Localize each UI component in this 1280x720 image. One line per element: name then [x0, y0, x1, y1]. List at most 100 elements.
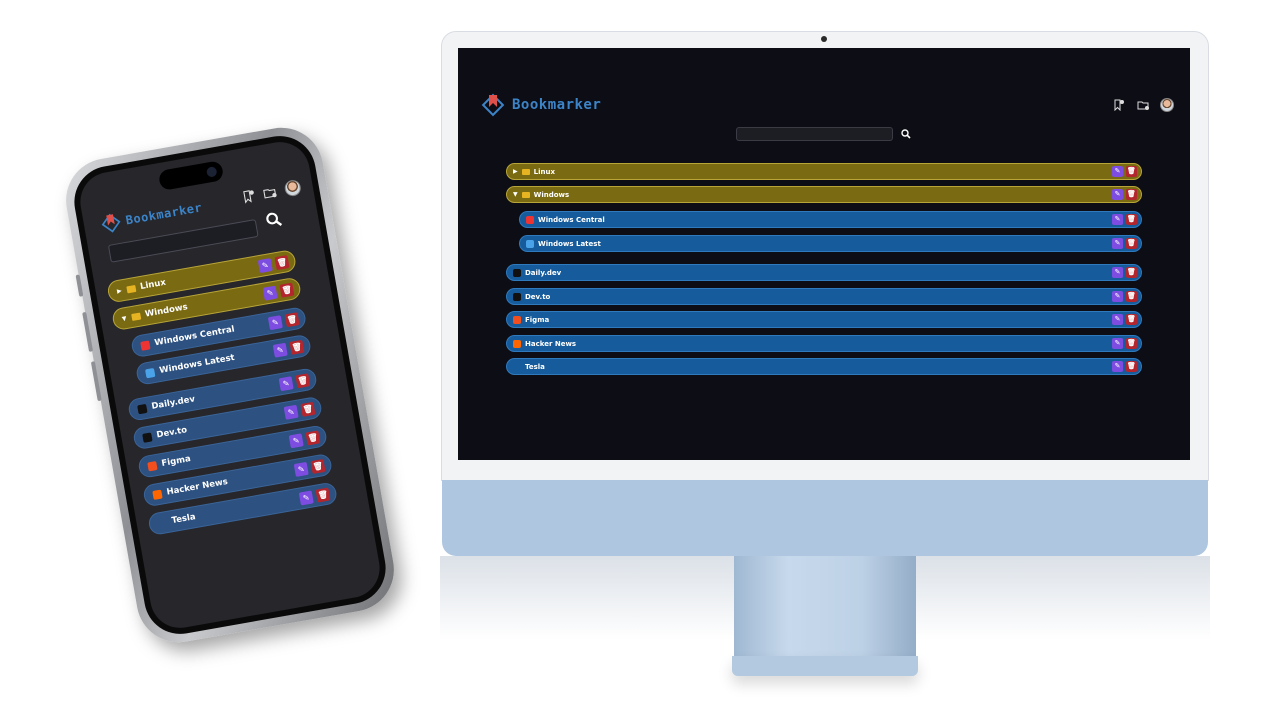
- delete-button[interactable]: 🗑: [1126, 214, 1137, 225]
- user-avatar[interactable]: [1160, 98, 1174, 112]
- bookmark-label: Hacker News: [525, 339, 577, 348]
- bookmark-row-windows-central[interactable]: Windows Central ✎ 🗑: [519, 211, 1142, 228]
- bookmark-logo-icon: [481, 93, 505, 117]
- edit-button[interactable]: ✎: [1112, 238, 1123, 249]
- windows-latest-favicon: [144, 367, 156, 378]
- delete-button[interactable]: 🗑: [310, 458, 326, 474]
- bookmark-label: Daily.dev: [150, 394, 196, 412]
- daily-dev-favicon: [137, 403, 148, 414]
- edit-button[interactable]: ✎: [267, 315, 283, 331]
- bookmark-logo-icon: [101, 213, 121, 233]
- add-folder-icon[interactable]: [262, 184, 278, 199]
- edit-button[interactable]: ✎: [283, 404, 299, 420]
- edit-button[interactable]: ✎: [1112, 166, 1123, 177]
- caret-down-icon[interactable]: ▼: [121, 315, 127, 323]
- edit-button[interactable]: ✎: [1112, 189, 1123, 200]
- edit-button[interactable]: ✎: [1112, 338, 1123, 349]
- front-camera: [205, 166, 218, 178]
- delete-button[interactable]: 🗑: [1126, 189, 1137, 200]
- edit-button[interactable]: ✎: [293, 461, 309, 477]
- phone-device: Bookmarker ▶ Linux ✎ 🗑 ▼ Windows ✎ 🗑 Win…: [59, 121, 401, 649]
- delete-button[interactable]: 🗑: [1126, 166, 1137, 177]
- delete-button[interactable]: 🗑: [289, 339, 305, 355]
- edit-button[interactable]: ✎: [278, 376, 294, 392]
- folder-label: Windows: [533, 190, 570, 199]
- delete-button[interactable]: 🗑: [279, 282, 295, 298]
- app-logo[interactable]: Bookmarker: [480, 92, 601, 118]
- tesla-favicon: [513, 363, 521, 371]
- folder-label: Linux: [533, 167, 555, 176]
- windows-central-favicon: [140, 339, 151, 351]
- delete-button[interactable]: 🗑: [300, 401, 316, 417]
- edit-button[interactable]: ✎: [1112, 214, 1123, 225]
- bookmark-label: Daily.dev: [525, 268, 562, 277]
- delete-button[interactable]: 🗑: [1126, 267, 1137, 278]
- delete-button[interactable]: 🗑: [1126, 291, 1137, 302]
- bookmark-row-daily-dev[interactable]: Daily.dev ✎ 🗑: [506, 264, 1142, 281]
- hacker-news-favicon: [513, 339, 521, 348]
- imac-camera: [821, 36, 827, 42]
- folder-icon: [125, 284, 136, 293]
- caret-down-icon[interactable]: ▼: [513, 191, 518, 198]
- folder-label: Linux: [139, 277, 167, 293]
- bookmark-label: Tesla: [170, 512, 197, 527]
- delete-button[interactable]: 🗑: [1126, 238, 1137, 249]
- add-bookmark-icon[interactable]: [1112, 98, 1126, 112]
- hacker-news-favicon: [152, 489, 163, 500]
- folder-icon: [130, 312, 141, 321]
- delete-button[interactable]: 🗑: [1126, 338, 1137, 349]
- bookmark-row-windows-latest[interactable]: Windows Latest ✎ 🗑: [519, 235, 1142, 252]
- bookmark-row-dev-to[interactable]: Dev.to ✎ 🗑: [506, 288, 1142, 305]
- bookmark-label: Tesla: [525, 362, 545, 371]
- stage: Bookmarker ▶ Linux ✎ 🗑 ▼ Windows ✎ 🗑 Win…: [0, 0, 1280, 720]
- delete-button[interactable]: 🗑: [274, 255, 290, 271]
- delete-button[interactable]: 🗑: [295, 373, 311, 389]
- caret-right-icon[interactable]: ▶: [116, 287, 122, 295]
- delete-button[interactable]: 🗑: [1126, 361, 1137, 372]
- bookmark-label: Hacker News: [165, 476, 229, 498]
- edit-button[interactable]: ✎: [288, 433, 304, 449]
- bookmark-label: Windows Central: [538, 215, 605, 224]
- bookmark-row-tesla[interactable]: Tesla ✎ 🗑: [506, 358, 1142, 375]
- bookmark-label: Windows Latest: [158, 352, 236, 376]
- edit-button[interactable]: ✎: [298, 490, 314, 506]
- edit-button[interactable]: ✎: [1112, 314, 1123, 325]
- delete-button[interactable]: 🗑: [284, 312, 300, 328]
- bookmark-label: Windows Central: [153, 324, 236, 349]
- folder-label: Windows: [144, 302, 189, 320]
- header-actions: [1112, 98, 1174, 112]
- header-actions: [241, 178, 303, 205]
- bookmark-label: Dev.to: [525, 292, 551, 301]
- search-input[interactable]: [736, 127, 893, 141]
- folder-row-windows[interactable]: ▼ Windows ✎ 🗑: [506, 186, 1142, 203]
- edit-button[interactable]: ✎: [272, 342, 288, 358]
- add-bookmark-icon[interactable]: [241, 188, 256, 204]
- add-folder-icon[interactable]: [1136, 98, 1150, 112]
- edit-button[interactable]: ✎: [1112, 291, 1123, 302]
- edit-button[interactable]: ✎: [257, 258, 273, 274]
- caret-right-icon[interactable]: ▶: [513, 168, 518, 175]
- dynamic-island: [157, 160, 225, 191]
- tesla-favicon: [157, 518, 167, 528]
- edit-button[interactable]: ✎: [1112, 267, 1123, 278]
- bookmark-row-hacker-news[interactable]: Hacker News ✎ 🗑: [506, 335, 1142, 352]
- bookmark-label: Dev.to: [155, 425, 188, 441]
- daily-dev-favicon: [513, 268, 521, 277]
- folder-icon: [521, 168, 530, 175]
- bookmark-label: Figma: [160, 454, 192, 469]
- edit-button[interactable]: ✎: [1112, 361, 1123, 372]
- search-icon[interactable]: [901, 129, 911, 139]
- delete-button[interactable]: 🗑: [315, 487, 331, 503]
- delete-button[interactable]: 🗑: [1126, 314, 1137, 325]
- dev-to-favicon: [142, 431, 153, 443]
- imac-chin: [442, 480, 1208, 556]
- windows-central-favicon: [526, 215, 534, 224]
- bookmark-row-figma[interactable]: Figma ✎ 🗑: [506, 311, 1142, 328]
- dev-to-favicon: [513, 292, 521, 301]
- search-icon[interactable]: [265, 211, 284, 230]
- user-avatar[interactable]: [283, 178, 303, 198]
- delete-button[interactable]: 🗑: [305, 430, 321, 446]
- imac-stand: [734, 556, 916, 658]
- folder-row-linux[interactable]: ▶ Linux ✎ 🗑: [506, 163, 1142, 180]
- edit-button[interactable]: ✎: [262, 285, 278, 301]
